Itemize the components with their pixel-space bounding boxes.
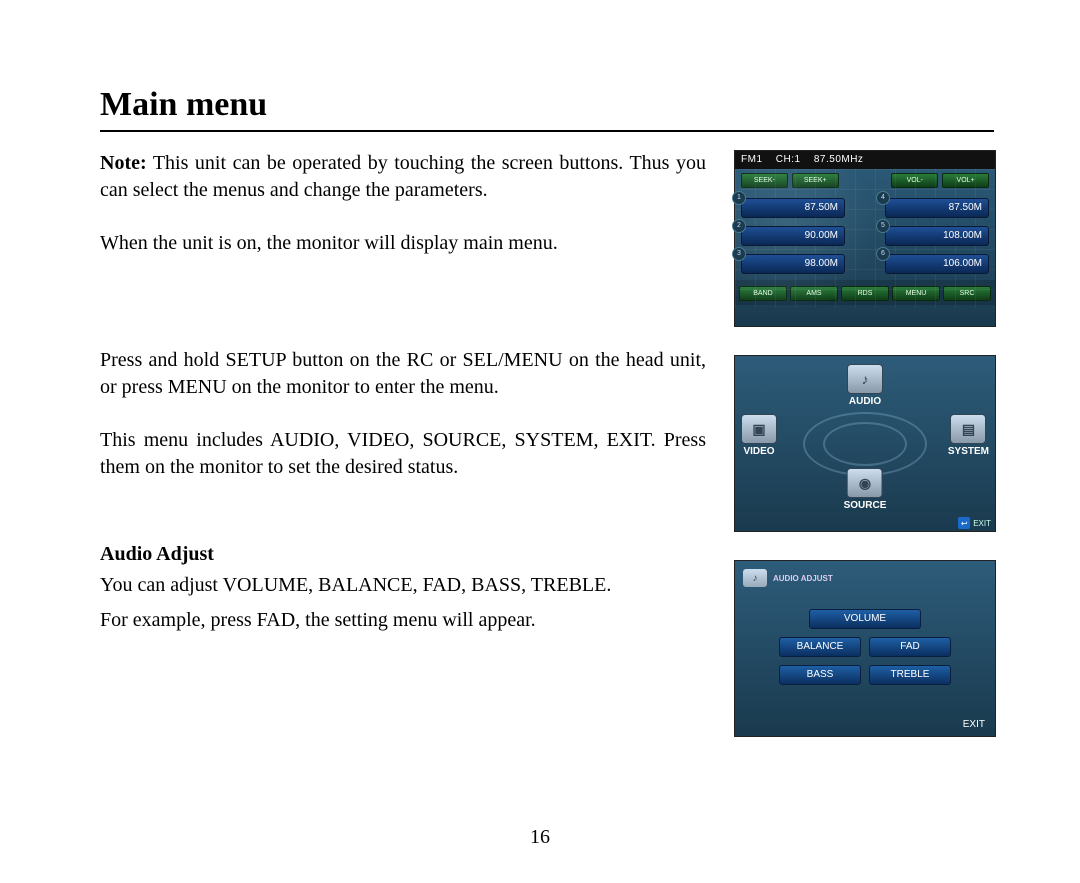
note-paragraph: Note: This unit can be operated by touch… <box>100 150 706 204</box>
preset-num: 4 <box>876 191 890 205</box>
radio-presets: 187.50M 487.50M 290.00M 5108.00M 398.00M… <box>735 188 995 280</box>
treble-button[interactable]: TREBLE <box>869 665 951 685</box>
menu-button[interactable]: MENU <box>892 286 940 301</box>
preset-5[interactable]: 5108.00M <box>885 226 989 246</box>
radio-bottom-buttons: BAND AMS RDS MENU SRC <box>735 280 995 305</box>
radio-channel: CH:1 <box>776 154 801 165</box>
vol-plus-button[interactable]: VOL+ <box>942 173 989 188</box>
radio-top-buttons: SEEK- SEEK+ VOL- VOL+ <box>735 169 995 188</box>
preset-val: 87.50M <box>805 202 838 213</box>
music-icon: ♪ <box>743 569 767 587</box>
paragraph-2: When the unit is on, the monitor will di… <box>100 230 706 257</box>
rds-button[interactable]: RDS <box>841 286 889 301</box>
radio-band: FM1 <box>741 154 763 165</box>
menu-system-label: SYSTEM <box>948 446 989 457</box>
audio-adjust-header: ♪ AUDIO ADJUST <box>743 569 833 587</box>
band-button[interactable]: BAND <box>739 286 787 301</box>
paragraph-4: This menu includes AUDIO, VIDEO, SOURCE,… <box>100 427 706 481</box>
preset-1[interactable]: 187.50M <box>741 198 845 218</box>
radio-screenshot: FM1 CH:1 87.50MHz SEEK- SEEK+ VOL- VOL+ … <box>734 150 996 327</box>
page-number: 16 <box>0 826 1080 849</box>
audio-adjust-heading: Audio Adjust <box>100 541 706 568</box>
divider <box>100 130 994 132</box>
preset-num: 3 <box>732 247 746 261</box>
exit-icon: ↩ <box>958 517 970 529</box>
seek-plus-button[interactable]: SEEK+ <box>792 173 839 188</box>
page-title: Main menu <box>100 86 994 124</box>
menu-audio[interactable]: ♪ AUDIO <box>847 364 883 407</box>
src-button[interactable]: SRC <box>943 286 991 301</box>
preset-4[interactable]: 487.50M <box>885 198 989 218</box>
preset-num: 1 <box>732 191 746 205</box>
preset-val: 106.00M <box>943 258 982 269</box>
vol-minus-button[interactable]: VOL- <box>891 173 938 188</box>
preset-num: 2 <box>732 219 746 233</box>
preset-num: 5 <box>876 219 890 233</box>
audio-adjust-screenshot: ♪ AUDIO ADJUST VOLUME BALANCE FAD BASS T… <box>734 560 996 737</box>
video-icon: ▣ <box>741 414 777 444</box>
audio-adjust-header-label: AUDIO ADJUST <box>773 574 833 583</box>
preset-6[interactable]: 6106.00M <box>885 254 989 274</box>
note-label: Note: <box>100 152 147 174</box>
audio-exit[interactable]: EXIT <box>963 719 985 730</box>
menu-source-label: SOURCE <box>844 500 887 511</box>
preset-val: 87.50M <box>949 202 982 213</box>
balance-button[interactable]: BALANCE <box>779 637 861 657</box>
preset-num: 6 <box>876 247 890 261</box>
note-text: This unit can be operated by touching th… <box>100 152 706 201</box>
preset-2[interactable]: 290.00M <box>741 226 845 246</box>
music-icon: ♪ <box>847 364 883 394</box>
audio-line-1: You can adjust VOLUME, BALANCE, FAD, BAS… <box>100 572 706 599</box>
bass-button[interactable]: BASS <box>779 665 861 685</box>
main-menu-screenshot: ♪ AUDIO ▣ VIDEO ▤ SYSTEM ◉ SOURCE <box>734 355 996 532</box>
seek-minus-button[interactable]: SEEK- <box>741 173 788 188</box>
body-text: Note: This unit can be operated by touch… <box>100 150 706 737</box>
radio-frequency: 87.50MHz <box>814 154 864 165</box>
volume-button[interactable]: VOLUME <box>809 609 921 629</box>
system-icon: ▤ <box>950 414 986 444</box>
audio-line-2: For example, press FAD, the setting menu… <box>100 607 706 634</box>
preset-val: 90.00M <box>805 230 838 241</box>
source-icon: ◉ <box>847 468 883 498</box>
menu-exit[interactable]: ↩ EXIT <box>958 517 991 529</box>
preset-3[interactable]: 398.00M <box>741 254 845 274</box>
menu-exit-label: EXIT <box>973 519 991 528</box>
ams-button[interactable]: AMS <box>790 286 838 301</box>
ring-decoration <box>823 422 907 466</box>
preset-val: 108.00M <box>943 230 982 241</box>
fad-button[interactable]: FAD <box>869 637 951 657</box>
menu-video-label: VIDEO <box>741 446 777 457</box>
menu-system[interactable]: ▤ SYSTEM <box>948 414 989 457</box>
radio-status-bar: FM1 CH:1 87.50MHz <box>735 151 995 169</box>
paragraph-3: Press and hold SETUP button on the RC or… <box>100 347 706 401</box>
menu-source[interactable]: ◉ SOURCE <box>844 468 887 511</box>
menu-audio-label: AUDIO <box>847 396 883 407</box>
preset-val: 98.00M <box>805 258 838 269</box>
menu-video[interactable]: ▣ VIDEO <box>741 414 777 457</box>
